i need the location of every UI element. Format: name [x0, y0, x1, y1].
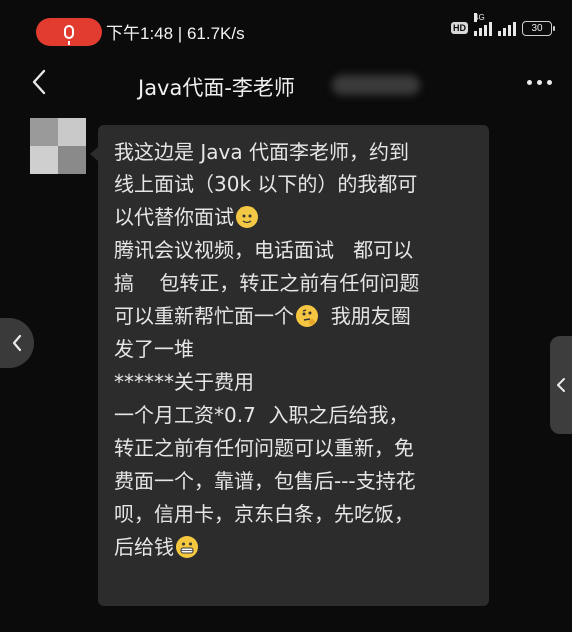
- status-time-speed: 下午1:48 | 61.7K/s: [106, 24, 245, 43]
- redacted-name: [332, 75, 420, 95]
- more-dots-icon: [527, 80, 532, 85]
- message-line: 呗，信用卡，京东白条，先吃饭，: [114, 502, 414, 526]
- thinking-emoji-icon: [296, 305, 318, 327]
- signal-icon: 4G: [474, 13, 492, 36]
- left-drawer-handle[interactable]: [0, 318, 34, 368]
- message-line: 发了一堆: [114, 337, 194, 361]
- message-text: 我朋友圈: [318, 304, 411, 328]
- chat-header: Java代面-李老师: [0, 60, 572, 110]
- message-text: 以代替你面试: [114, 205, 234, 229]
- battery-level: 30: [531, 22, 543, 34]
- chevron-left-icon: [557, 378, 565, 392]
- message-line: ******关于费用: [114, 370, 254, 394]
- more-options-button[interactable]: [527, 80, 552, 85]
- message-line: 我这边是 Java 代面李老师，约到: [114, 140, 409, 164]
- network-label: 4G: [474, 13, 485, 22]
- cat-emoji-icon: [236, 206, 258, 228]
- message-line: 费面一个，靠谱，包售后---支持花: [114, 469, 416, 493]
- battery-icon: 30: [522, 20, 555, 36]
- message-text: 可以重新帮忙面一个: [114, 304, 294, 328]
- grinning-emoji-icon: [176, 536, 198, 558]
- back-button[interactable]: [28, 68, 52, 96]
- signal-secondary-icon: [498, 20, 516, 36]
- status-bar: 下午1:48 | 61.7K/s HD 4G 30: [0, 0, 572, 60]
- status-icons: HD 4G 30: [451, 13, 555, 36]
- message-line: 后给钱: [114, 534, 198, 560]
- message-line: 转正之前有任何问题可以重新，免: [114, 436, 414, 460]
- chat-title: Java代面-李老师: [138, 76, 295, 100]
- message-text: 后给钱: [114, 535, 174, 559]
- message-line: 线上面试（30k 以下的）的我都可: [114, 172, 418, 196]
- microphone-icon: [64, 25, 74, 45]
- message-line: 腾讯会议视频，电话面试 都可以: [114, 238, 414, 262]
- message-line: 搞 包转正，转正之前有任何问题: [114, 271, 420, 295]
- hd-badge: HD: [451, 22, 468, 34]
- right-drawer-handle[interactable]: [550, 336, 572, 434]
- message-line: 一个月工资*0.7 入职之后给我，: [114, 403, 409, 427]
- message-bubble[interactable]: 我这边是 Java 代面李老师，约到 线上面试（30k 以下的）的我都可 以代替…: [90, 125, 489, 606]
- message-line: 可以重新帮忙面一个 我朋友圈: [114, 303, 411, 329]
- avatar[interactable]: [30, 118, 86, 174]
- message-line: 以代替你面试: [114, 204, 258, 230]
- chevron-left-icon: [32, 69, 46, 95]
- recording-indicator[interactable]: [36, 18, 102, 46]
- chevron-left-icon: [12, 334, 22, 352]
